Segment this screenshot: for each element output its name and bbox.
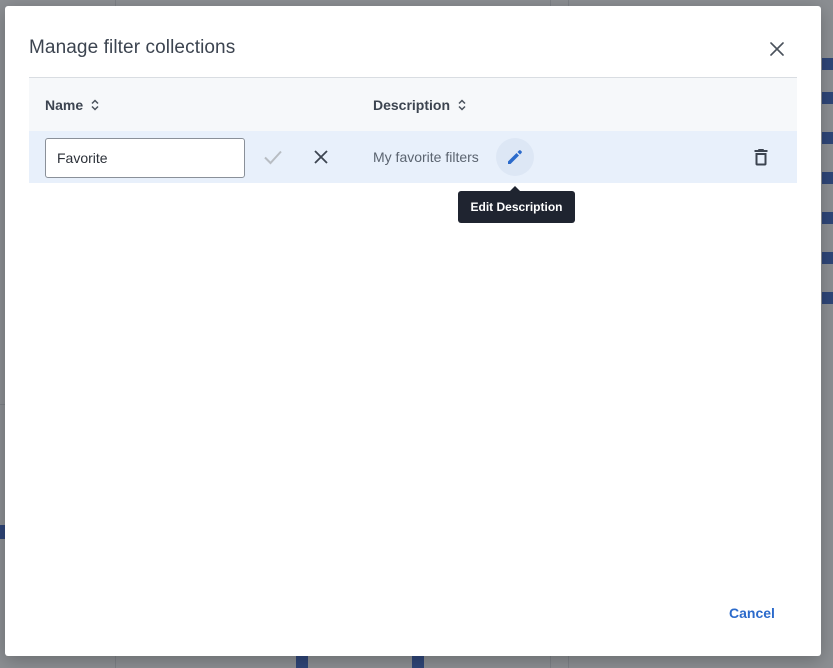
manage-filter-collections-dialog: Manage filter collections Name Descripti… — [5, 6, 821, 656]
sort-icon — [458, 99, 466, 111]
trash-icon — [754, 149, 768, 166]
column-label: Description — [373, 97, 451, 113]
column-header-description[interactable]: Description — [373, 78, 466, 132]
filter-collections-table: Name Description Favorite My favorite fi… — [29, 77, 797, 183]
dialog-title: Manage filter collections — [29, 37, 236, 58]
column-header-name[interactable]: Name — [45, 78, 99, 132]
edit-description-button[interactable] — [496, 138, 534, 176]
sort-icon — [91, 99, 99, 111]
delete-collection-button[interactable] — [749, 145, 773, 169]
collection-name-input[interactable] — [45, 138, 245, 178]
close-dialog-button[interactable] — [767, 39, 787, 59]
cancel-button[interactable]: Cancel — [729, 602, 775, 624]
check-icon — [264, 150, 282, 165]
close-icon — [314, 150, 328, 164]
cancel-name-edit-button[interactable] — [309, 145, 333, 169]
pencil-icon — [508, 150, 522, 164]
collection-description: My favorite filters — [373, 149, 479, 165]
column-label: Name — [45, 97, 84, 113]
close-icon — [770, 42, 784, 56]
table-row: My favorite filters — [29, 131, 797, 183]
edit-description-tooltip: Edit Description — [458, 186, 575, 223]
table-header: Name Description — [29, 77, 797, 131]
confirm-name-button[interactable] — [261, 145, 285, 169]
